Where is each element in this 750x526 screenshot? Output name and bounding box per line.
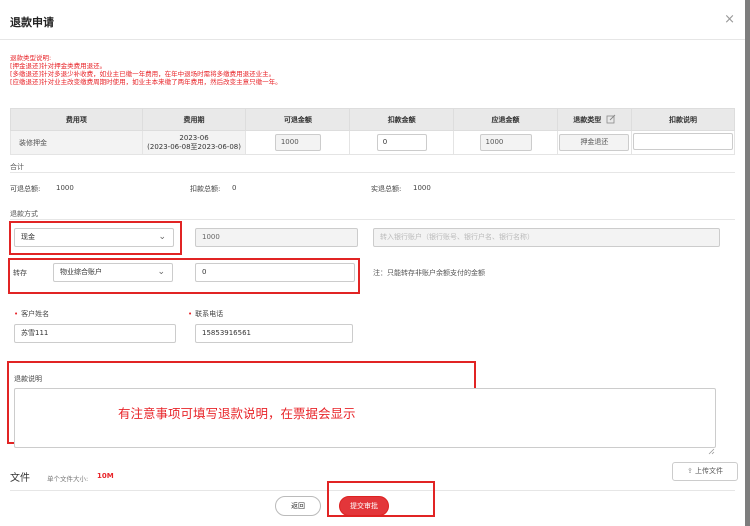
submit-approval-button[interactable]: 提交审批: [339, 496, 389, 516]
refundable-cell: 1000: [245, 130, 351, 155]
deduction-amount-input[interactable]: 0: [376, 134, 427, 151]
actual-total-label: 实退总额:: [371, 185, 402, 193]
chevron-down-icon: ⌄: [158, 232, 166, 242]
customer-name-input[interactable]: 苏雪111: [14, 324, 176, 343]
note-line: [押金退还]针对押金类费用退还。: [10, 62, 107, 70]
should-refund-amount-input: 1000: [479, 134, 532, 151]
note-line: [应缴退还]针对业主改变缴费周期时使用，如业主本来缴了两年费用，然后改变主意只缴…: [10, 78, 282, 86]
should-refund-cell: 1000: [453, 130, 558, 155]
refund-method-value: 现金: [21, 233, 35, 241]
dialog-header: 退款申请 ×: [0, 0, 745, 40]
customer-name-label: • 客户姓名: [14, 309, 49, 319]
column-header: 扣款金额: [349, 108, 455, 131]
phone-input[interactable]: 15853916561: [195, 324, 353, 343]
upload-button[interactable]: ⇪ 上传文件: [672, 462, 738, 481]
divider: [10, 219, 735, 220]
fee-period-cell: 2023-06 (2023-06-08至2023-06-08): [141, 130, 247, 155]
customer-name-label-text: 客户姓名: [21, 310, 50, 318]
explanation-label: 退款说明: [14, 375, 42, 383]
fee-table: 费用项 费用期 可退金额 扣款金额 应退金额 退款类型 扣款说明 装修押金 20…: [10, 108, 736, 155]
divider: [10, 172, 735, 173]
refund-method-section-label: 退款方式: [10, 210, 38, 218]
fee-item-cell: 装修押金: [10, 130, 143, 155]
chevron-down-icon: ⌄: [157, 267, 165, 277]
required-mark: •: [188, 310, 193, 318]
refund-type-value: 押金退还: [559, 134, 630, 151]
edit-icon[interactable]: [606, 114, 616, 126]
refundable-total-value: 1000: [56, 184, 74, 192]
deduction-total-label: 扣款总额:: [190, 185, 221, 193]
deduction-total-value: 0: [232, 184, 237, 192]
phone-label: • 联系电话: [188, 309, 223, 319]
refund-type-cell: 押金退还: [556, 130, 632, 155]
column-header: 费用期: [141, 108, 247, 131]
refund-amount-field: 1000: [195, 228, 358, 247]
column-header: 应退金额: [453, 108, 558, 131]
close-icon[interactable]: ×: [724, 12, 735, 27]
explanation-annotation: 有注意事项可填写退款说明，在票据会显示: [118, 406, 356, 421]
note-heading: 退款类型说明:: [10, 54, 52, 62]
deduction-note-cell: [630, 130, 736, 155]
required-mark: •: [14, 310, 19, 318]
transfer-account-select[interactable]: 物业综合账户 ⌄: [53, 263, 173, 282]
transfer-account-value: 物业综合账户: [60, 268, 102, 276]
refund-method-select[interactable]: 现金 ⌄: [14, 228, 174, 247]
upload-icon: ⇪: [686, 467, 693, 475]
files-label: 文件: [10, 473, 30, 484]
upload-button-label: 上传文件: [695, 467, 724, 475]
column-header: 扣款说明: [630, 108, 736, 131]
transfer-label: 转存: [13, 269, 27, 277]
column-header: 可退金额: [245, 108, 351, 131]
column-header-label: 退款类型: [573, 115, 602, 124]
period-range: (2023-06-08至2023-06-08): [147, 142, 241, 151]
note-line: [多缴退还]针对多退少补收费，如业主已缴一年费用，在年中退场时需将多缴费用退还业…: [10, 70, 276, 78]
phone-label-text: 联系电话: [195, 310, 224, 318]
refundable-total-label: 可退总额:: [10, 185, 41, 193]
refund-dialog: 退款申请 × 退款类型说明: [押金退还]针对押金类费用退还。 [多缴退还]针对…: [0, 0, 745, 526]
file-size-label: 单个文件大小:: [47, 475, 89, 483]
column-header: 费用项: [10, 108, 143, 131]
bank-account-input[interactable]: 转入银行账户（银行账号、银行户名、银行名称）: [373, 228, 720, 247]
resize-handle-icon[interactable]: [707, 440, 715, 455]
transfer-amount-input[interactable]: 0: [195, 263, 355, 282]
table-row: 装修押金 2023-06 (2023-06-08至2023-06-08) 100…: [10, 130, 736, 155]
column-header-refund-type: 退款类型: [556, 108, 632, 131]
actual-total-value: 1000: [413, 184, 431, 192]
period-main: 2023-06: [179, 133, 209, 142]
transfer-note: 注：只能转存非账户余额支付的金额: [373, 269, 485, 277]
back-button[interactable]: 返回: [275, 496, 321, 516]
totals-section-label: 合计: [10, 163, 24, 171]
refundable-amount-input: 1000: [274, 134, 321, 151]
dialog-title: 退款申请: [10, 16, 54, 29]
table-header-row: 费用项 费用期 可退金额 扣款金额 应退金额 退款类型 扣款说明: [10, 108, 736, 131]
deduction-cell: 0: [349, 130, 455, 155]
deduction-note-input[interactable]: [632, 133, 733, 150]
file-size-value: 10M: [97, 472, 114, 480]
